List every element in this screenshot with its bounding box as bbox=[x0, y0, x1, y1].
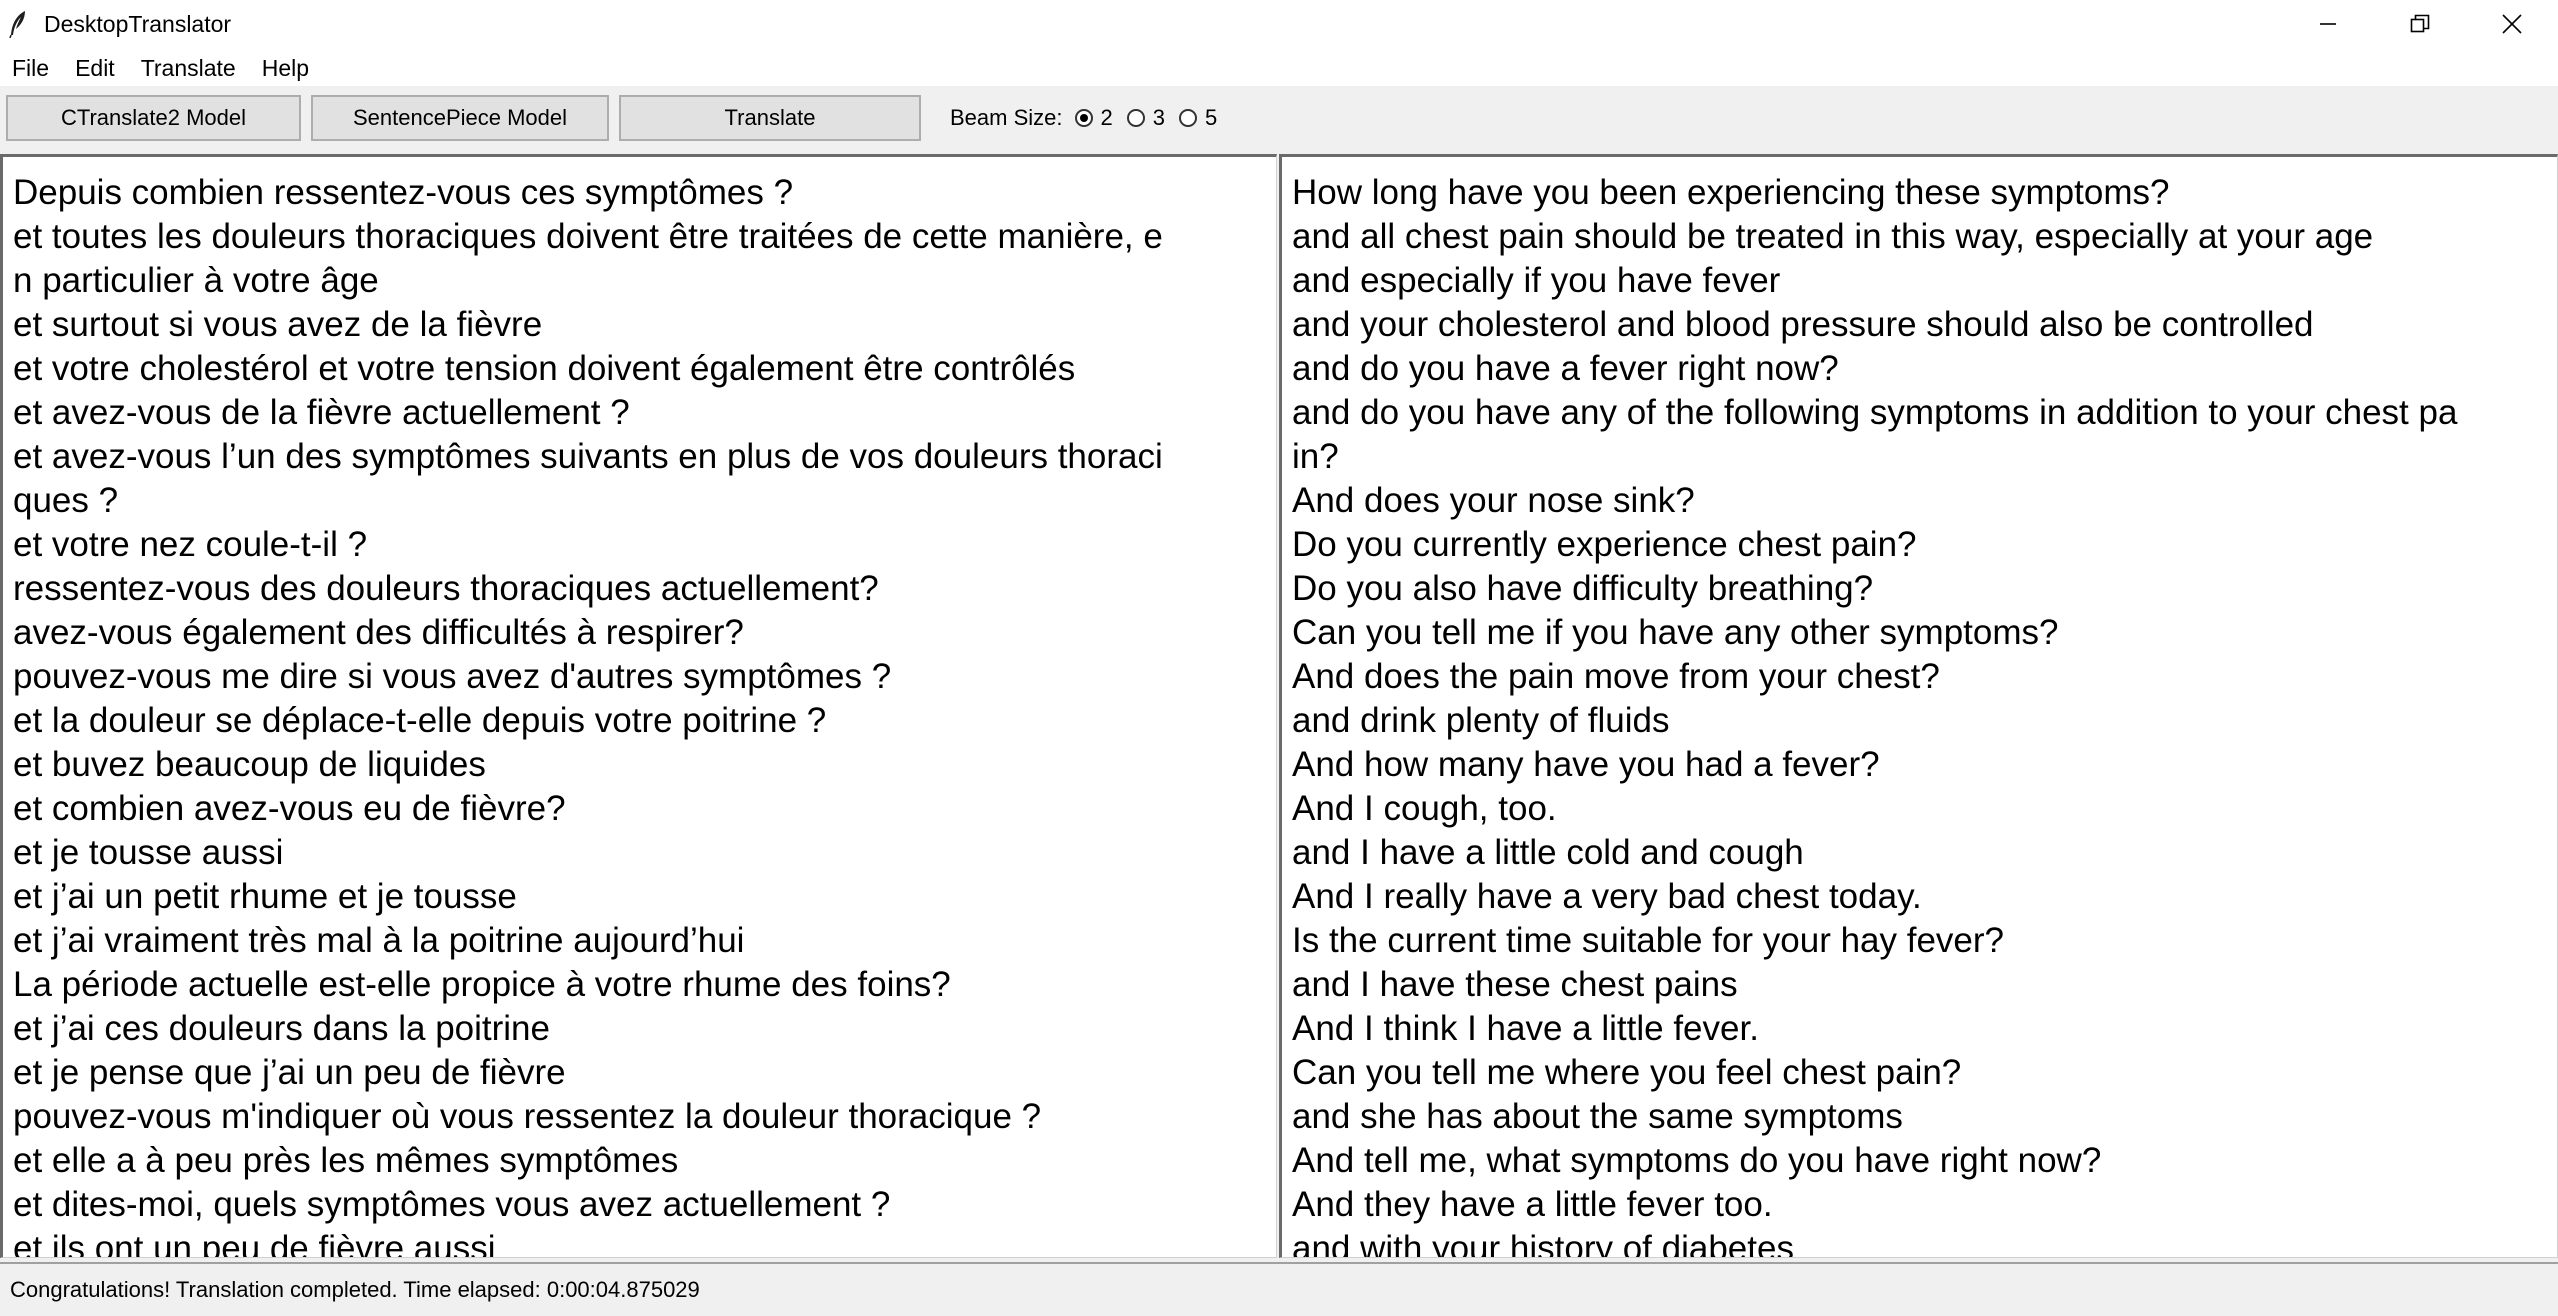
text-line: n particulier à votre âge bbox=[13, 261, 379, 300]
text-line: And they have a little fever too. bbox=[1292, 1185, 1773, 1224]
beam-option-2[interactable]: 2 bbox=[1074, 105, 1113, 131]
text-line: and do you have a fever right now? bbox=[1292, 349, 1839, 388]
beam-option-label: 2 bbox=[1100, 105, 1113, 130]
sentencepiece-model-button[interactable]: SentencePiece Model bbox=[311, 95, 609, 141]
text-line: And does your nose sink? bbox=[1292, 481, 1695, 520]
text-line: et la douleur se déplace-t-elle depuis v… bbox=[13, 701, 827, 740]
text-line: and I have a little cold and cough bbox=[1292, 833, 1804, 872]
beam-option-5[interactable]: 5 bbox=[1179, 105, 1217, 131]
text-line: et elle a à peu près les mêmes symptômes bbox=[13, 1141, 679, 1180]
text-line: And I really have a very bad chest today… bbox=[1292, 877, 1922, 916]
text-line: And I cough, too. bbox=[1292, 789, 1557, 828]
target-lines: How long have you been experiencing thes… bbox=[1292, 171, 2549, 1258]
window-title: DesktopTranslator bbox=[44, 11, 232, 37]
target-text-area[interactable]: How long have you been experiencing thes… bbox=[1279, 154, 2558, 1258]
toolbar: CTranslate2 Model SentencePiece Model Tr… bbox=[0, 86, 2558, 154]
text-line: and especially if you have fever bbox=[1292, 261, 1781, 300]
text-line: and she has about the same symptoms bbox=[1292, 1097, 1903, 1136]
text-line: and your cholesterol and blood pressure … bbox=[1292, 305, 2314, 344]
text-line: And tell me, what symptoms do you have r… bbox=[1292, 1141, 2102, 1180]
text-line: ressentez-vous des douleurs thoraciques … bbox=[13, 569, 879, 608]
text-line: et je pense que j’ai un peu de fièvre bbox=[13, 1053, 566, 1092]
text-line: et combien avez-vous eu de fièvre? bbox=[13, 789, 566, 828]
text-line: Depuis combien ressentez-vous ces symptô… bbox=[13, 173, 794, 212]
text-line: et votre nez coule-t-il ? bbox=[13, 525, 368, 564]
source-lines: Depuis combien ressentez-vous ces symptô… bbox=[13, 171, 1268, 1258]
text-line: Do you currently experience chest pain? bbox=[1292, 525, 1917, 564]
radio-button[interactable] bbox=[1074, 109, 1093, 127]
radio-button[interactable] bbox=[1179, 109, 1197, 127]
menu-edit[interactable]: Edit bbox=[62, 50, 128, 86]
beam-option-label: 5 bbox=[1205, 105, 1218, 130]
text-line: and do you have any of the following sym… bbox=[1292, 393, 2458, 432]
text-line: in? bbox=[1292, 437, 1339, 476]
close-icon bbox=[2502, 14, 2522, 34]
feather-icon bbox=[9, 11, 25, 38]
text-line: et votre cholestérol et votre tension do… bbox=[13, 349, 1076, 388]
menu-file[interactable]: File bbox=[0, 50, 62, 86]
text-line: and I have these chest pains bbox=[1292, 965, 1738, 1004]
text-line: et dites-moi, quels symptômes vous avez … bbox=[13, 1185, 891, 1224]
ctranslate2-model-button[interactable]: CTranslate2 Model bbox=[6, 95, 301, 141]
text-line: Do you also have difficulty breathing? bbox=[1292, 569, 1874, 608]
title-bar: DesktopTranslator bbox=[0, 0, 2558, 50]
text-line: How long have you been experiencing thes… bbox=[1292, 173, 2170, 212]
radio-button[interactable] bbox=[1126, 109, 1145, 127]
text-line: La période actuelle est-elle propice à v… bbox=[13, 965, 951, 1004]
menu-help[interactable]: Help bbox=[249, 50, 322, 86]
text-line: pouvez-vous me dire si vous avez d'autre… bbox=[13, 657, 892, 696]
text-line: et ils ont un peu de fièvre aussi bbox=[13, 1229, 496, 1258]
app-window: DesktopTranslator File Edit Translate He… bbox=[0, 0, 2558, 1316]
text-line: avez-vous également des difficultés à re… bbox=[13, 613, 744, 652]
close-button[interactable] bbox=[2466, 0, 2558, 48]
text-line: and drink plenty of fluids bbox=[1292, 701, 1670, 740]
text-line: et surtout si vous avez de la fièvre bbox=[13, 305, 543, 344]
menu-bar: File Edit Translate Help bbox=[0, 50, 2558, 86]
restore-button[interactable] bbox=[2374, 0, 2466, 48]
beam-option-3[interactable]: 3 bbox=[1126, 105, 1165, 131]
text-line: Can you tell me where you feel chest pai… bbox=[1292, 1053, 1962, 1092]
beam-size-group: Beam Size: 2 3 5 bbox=[950, 95, 1231, 141]
status-bar: Congratulations! Translation completed. … bbox=[0, 1262, 2558, 1316]
text-line: et avez-vous de la fièvre actuellement ? bbox=[13, 393, 630, 432]
text-line: ques ? bbox=[13, 481, 119, 520]
text-line: et avez-vous l’un des symptômes suivants… bbox=[13, 437, 1163, 476]
beam-option-label: 3 bbox=[1152, 105, 1165, 130]
translate-button[interactable]: Translate bbox=[619, 95, 921, 141]
text-line: And how many have you had a fever? bbox=[1292, 745, 1880, 784]
text-line: pouvez-vous m'indiquer où vous ressentez… bbox=[13, 1097, 1042, 1136]
text-line: and all chest pain should be treated in … bbox=[1292, 217, 2374, 256]
minimize-button[interactable] bbox=[2282, 0, 2374, 48]
beam-size-label: Beam Size: bbox=[950, 105, 1063, 130]
text-line: Can you tell me if you have any other sy… bbox=[1292, 613, 2059, 652]
text-line: et j’ai vraiment très mal à la poitrine … bbox=[13, 921, 745, 960]
text-line: And does the pain move from your chest? bbox=[1292, 657, 1940, 696]
text-line: et j’ai un petit rhume et je tousse bbox=[13, 877, 517, 916]
text-line: et buvez beaucoup de liquides bbox=[13, 745, 486, 784]
text-line: and with your history of diabetes bbox=[1292, 1229, 1794, 1258]
minimize-icon bbox=[2320, 23, 2336, 25]
text-line: et je tousse aussi bbox=[13, 833, 284, 872]
status-message: Congratulations! Translation completed. … bbox=[10, 1277, 700, 1302]
source-text-area[interactable]: Depuis combien ressentez-vous ces symptô… bbox=[0, 154, 1277, 1258]
text-line: et toutes les douleurs thoraciques doive… bbox=[13, 217, 1163, 256]
text-line: And I think I have a little fever. bbox=[1292, 1009, 1759, 1048]
restore-icon bbox=[2410, 14, 2430, 33]
menu-translate[interactable]: Translate bbox=[128, 50, 249, 86]
text-line: et j’ai ces douleurs dans la poitrine bbox=[13, 1009, 550, 1048]
text-line: Is the current time suitable for your ha… bbox=[1292, 921, 2004, 960]
